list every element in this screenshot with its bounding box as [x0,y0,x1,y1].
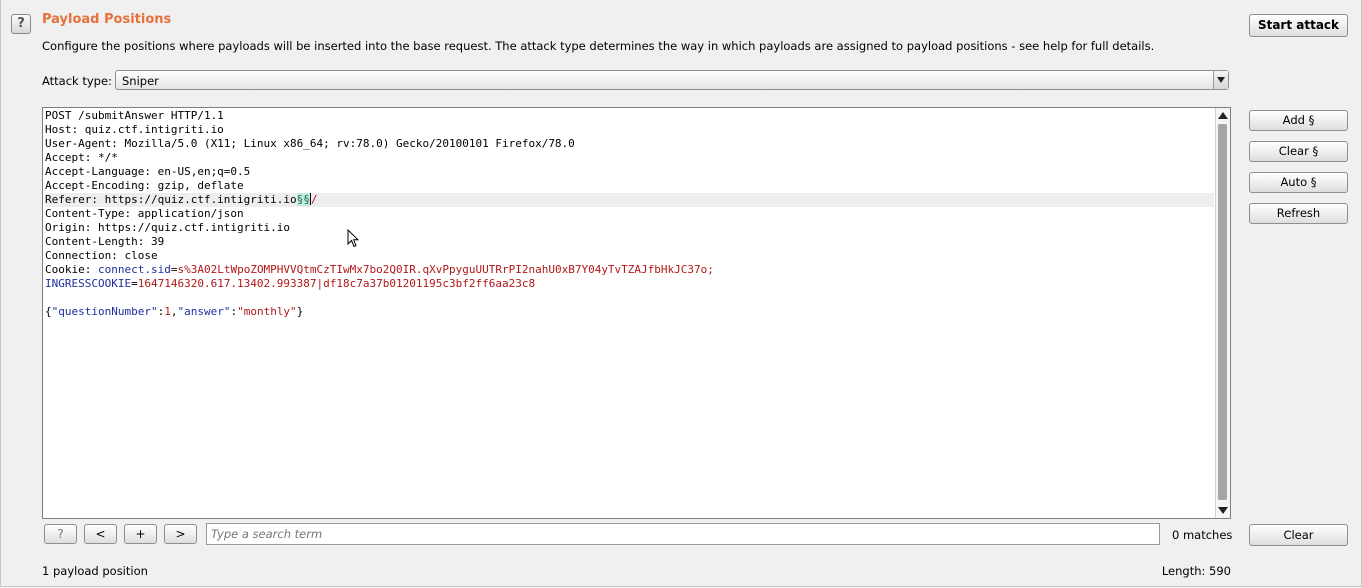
payload-position-count: 1 payload position [42,564,148,578]
referer-text: Referer: https://quiz.ctf.intigriti.io [45,193,297,206]
refresh-button[interactable]: Refresh [1249,203,1348,224]
help-icon[interactable]: ? [11,14,31,34]
request-line: POST /submitAnswer HTTP/1.1 [45,109,224,122]
start-attack-button[interactable]: Start attack [1249,14,1348,37]
cookie-line: Cookie: connect.sid=s%3A02LtWpoZOMPHVVQt… [45,263,714,276]
editor-scrollbar[interactable] [1215,108,1230,518]
request-length: Length: 590 [1161,564,1231,578]
request-line: User-Agent: Mozilla/5.0 (X11; Linux x86_… [45,137,575,150]
clear-markers-button[interactable]: Clear § [1249,141,1348,162]
request-line: Connection: close [45,249,158,262]
cookie-line: INGRESSCOOKIE=1647146320.617.13402.99338… [45,277,536,290]
attack-type-select[interactable]: Sniper [115,70,1229,90]
referer-suffix: / [310,193,318,206]
search-matches-count: 0 matches [1172,528,1233,542]
attack-type-value: Sniper [122,74,159,88]
scroll-up-icon[interactable] [1218,112,1228,119]
request-line: Accept: */* [45,151,118,164]
json-key: "questionNumber" [51,305,158,318]
auto-markers-button[interactable]: Auto § [1249,172,1348,193]
request-line: Host: quiz.ctf.intigriti.io [45,123,224,136]
request-line: Accept-Language: en-US,en;q=0.5 [45,165,251,178]
request-lines: POST /submitAnswer HTTP/1.1 Host: quiz.c… [45,109,1214,319]
cookie-value: 1647146320.617.13402.993387|df18c7a37b01… [137,277,536,290]
scroll-down-icon[interactable] [1218,507,1228,514]
request-body: {"questionNumber":1,"answer":"monthly"} [45,305,304,318]
referer-line: Referer: https://quiz.ctf.intigriti.io§§… [45,193,1214,207]
request-editor[interactable]: POST /submitAnswer HTTP/1.1 Host: quiz.c… [42,107,1231,519]
search-add-button[interactable]: + [124,524,157,544]
json-value: 1 [164,305,171,318]
clear-button[interactable]: Clear [1249,524,1348,546]
scrollbar-thumb[interactable] [1218,124,1227,500]
search-previous-button[interactable]: < [84,524,117,544]
cookie-name: INGRESSCOOKIE [45,277,132,290]
cookie-header-name: Cookie: [45,263,98,276]
panel-title: Payload Positions [42,12,172,27]
request-line: Origin: https://quiz.ctf.intigriti.io [45,221,291,234]
request-line: Content-Length: 39 [45,235,165,248]
json-key: "answer" [177,305,231,318]
panel-description: Configure the positions where payloads w… [42,39,1155,53]
cookie-name: connect.sid [97,263,171,276]
chevron-down-icon[interactable] [1213,71,1228,89]
add-marker-button[interactable]: Add § [1249,110,1348,131]
attack-type-label: Attack type: [42,74,112,88]
search-next-button[interactable]: > [164,524,197,544]
payload-marker[interactable]: §§ [296,193,310,206]
cookie-value: s%3A02LtWpoZOMPHVVQtmCzTIwMx7bo2Q0IR.qXv… [177,263,714,276]
request-line: Content-Type: application/json [45,207,244,220]
request-line: Accept-Encoding: gzip, deflate [45,179,244,192]
json-value: "monthly" [237,305,297,318]
search-input[interactable] [206,523,1160,545]
mouse-pointer-icon [347,229,359,248]
search-help-button[interactable]: ? [44,524,77,544]
